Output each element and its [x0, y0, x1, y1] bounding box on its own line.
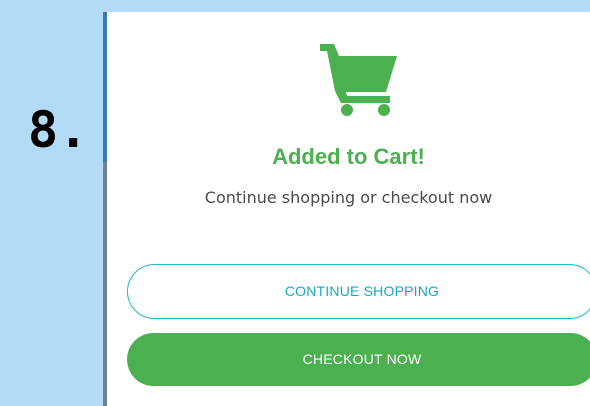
- dialog-title: Added to Cart!: [272, 144, 425, 169]
- continue-shopping-button[interactable]: CONTINUE SHOPPING: [127, 264, 590, 319]
- checkout-now-button[interactable]: CHECKOUT NOW: [127, 333, 590, 386]
- shopping-cart-icon: [320, 44, 397, 116]
- dialog-message: Continue shopping or checkout now: [204, 188, 493, 207]
- step-number-label: 8.: [28, 101, 89, 159]
